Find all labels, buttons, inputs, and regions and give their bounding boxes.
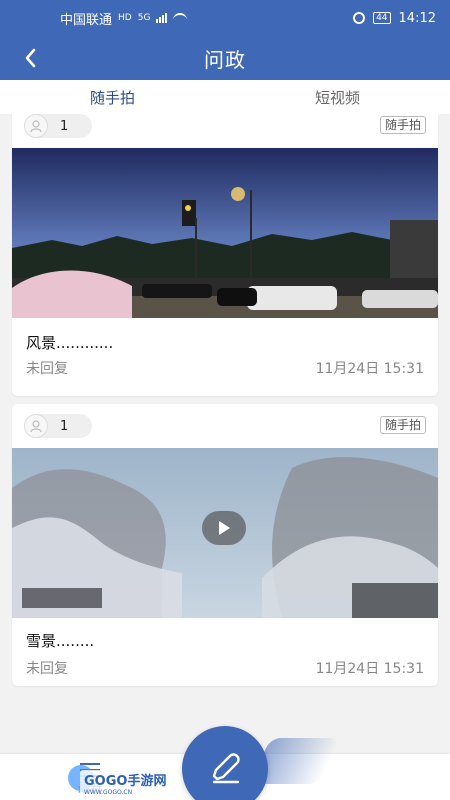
alarm-icon xyxy=(353,12,366,24)
watermark-brand: GOGO手游网 xyxy=(84,774,167,789)
status-time: 14:12 xyxy=(398,10,436,26)
post-card-header: 1 随手拍 xyxy=(12,114,438,150)
post-card[interactable]: 1 随手拍 xyxy=(12,404,438,686)
wifi-icon xyxy=(173,13,188,23)
top-bar: 中国联通 HD 5G 44 14:12 问政 xyxy=(0,0,450,80)
tab-bar: 随手拍 短视频 xyxy=(0,80,450,114)
battery-icon: 44 xyxy=(373,12,391,24)
post-list: 1 随手拍 风景............ 未回复 11月24日 15:31 1 … xyxy=(0,114,450,754)
5g-badge: 5G xyxy=(137,13,151,23)
post-meta: 未回复 11月24日 15:31 xyxy=(26,658,424,678)
tab-short-video[interactable]: 短视频 xyxy=(225,80,450,114)
post-meta: 未回复 11月24日 15:31 xyxy=(26,358,424,378)
post-photo[interactable] xyxy=(12,148,438,318)
like-pill[interactable]: 1 xyxy=(24,414,92,438)
like-count: 1 xyxy=(60,418,69,434)
watermark: GOGO手游网 WWW.GOGO.CN xyxy=(80,770,171,796)
watermark-url: WWW.GOGO.CN xyxy=(84,789,133,796)
pencil-icon xyxy=(204,746,246,792)
post-time: 11月24日 15:31 xyxy=(315,661,424,677)
post-card[interactable]: 1 随手拍 xyxy=(12,114,438,396)
signal-icon xyxy=(156,13,168,23)
post-time: 11月24日 15:31 xyxy=(315,361,424,377)
reply-status: 未回复 xyxy=(26,361,68,377)
play-icon[interactable] xyxy=(202,511,246,545)
header: 问政 xyxy=(0,38,450,78)
like-pill[interactable]: 1 xyxy=(24,114,92,138)
category-tag: 随手拍 xyxy=(379,116,426,134)
hd-badge: HD xyxy=(118,13,132,23)
user-icon xyxy=(24,414,48,438)
post-caption: 雪景........ xyxy=(26,632,95,650)
chevron-left-icon[interactable] xyxy=(16,42,46,74)
user-icon xyxy=(24,114,48,138)
post-card-header: 1 随手拍 xyxy=(12,404,438,450)
status-bar: 中国联通 HD 5G 44 14:12 xyxy=(0,0,450,36)
category-tag: 随手拍 xyxy=(379,416,426,434)
like-count: 1 xyxy=(60,118,69,134)
carrier-text: 中国联通 xyxy=(60,12,113,28)
reply-status: 未回复 xyxy=(26,661,68,677)
post-video[interactable] xyxy=(12,448,438,618)
tab-random-shot[interactable]: 随手拍 xyxy=(0,80,225,114)
post-caption: 风景............ xyxy=(26,334,114,352)
page-title: 问政 xyxy=(204,47,246,72)
battery-level: 44 xyxy=(376,13,388,23)
